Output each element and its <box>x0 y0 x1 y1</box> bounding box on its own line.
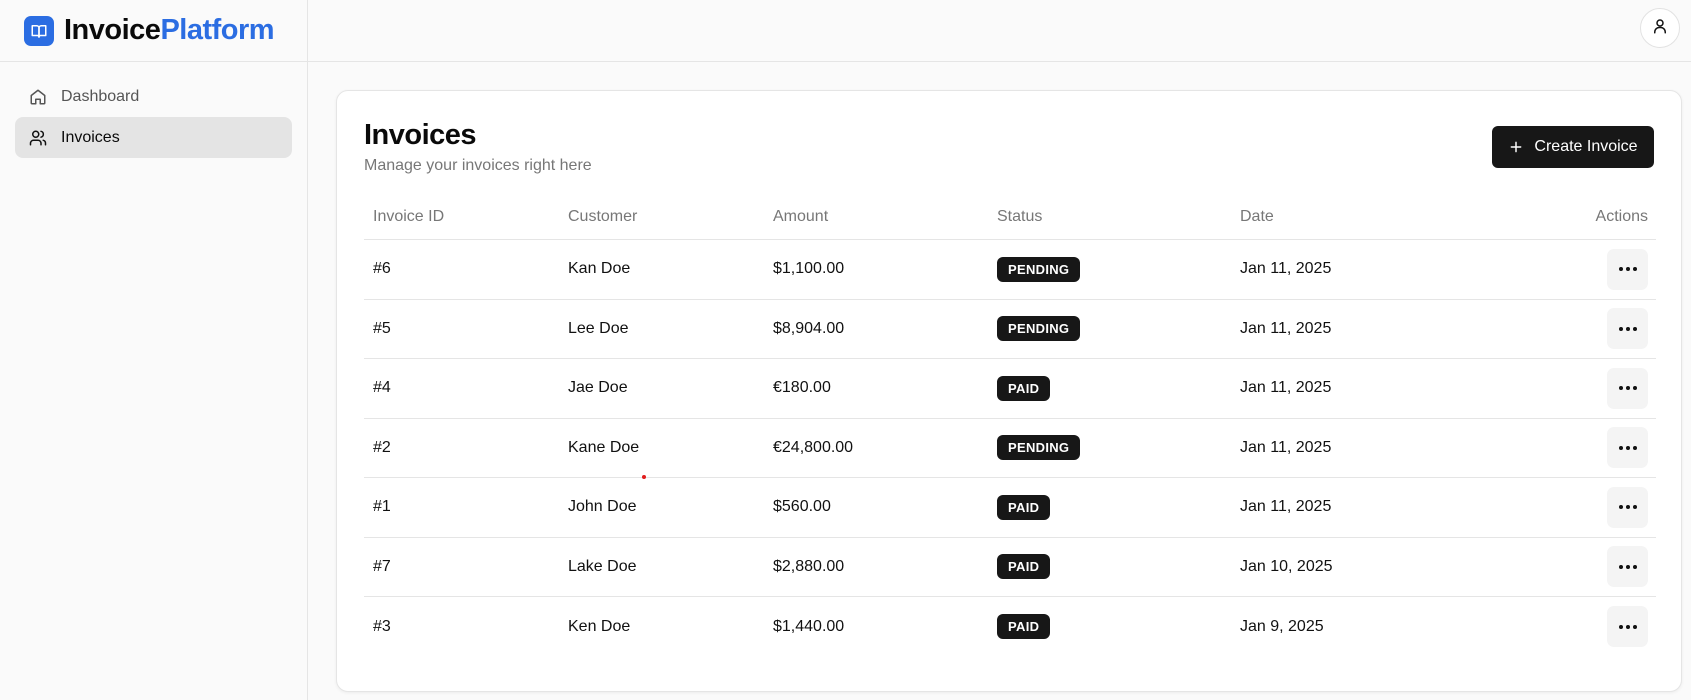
row-actions-button[interactable] <box>1607 248 1648 290</box>
column-header-invoice-id[interactable]: Invoice ID <box>364 208 568 226</box>
invoice-amount: $1,440.00 <box>773 617 845 635</box>
page-subtitle: Manage your invoices right here <box>364 157 592 174</box>
invoice-date: Jan 10, 2025 <box>1240 557 1333 575</box>
invoice-date: Jan 11, 2025 <box>1240 319 1332 337</box>
customer-name: Kan Doe <box>568 260 631 278</box>
table-row[interactable]: #3 Ken Doe $1,440.00 PAID Jan 9, 2025 <box>364 597 1656 657</box>
row-actions-button[interactable] <box>1607 546 1648 588</box>
customer-name: John Doe <box>568 498 637 516</box>
customer-name: Lake Doe <box>568 557 637 575</box>
status-badge: PAID <box>997 375 1051 401</box>
more-horizontal-icon <box>1618 386 1637 391</box>
column-header-date[interactable]: Date <box>1240 208 1490 226</box>
column-header-status[interactable]: Status <box>997 208 1240 226</box>
column-header-customer[interactable]: Customer <box>568 208 773 226</box>
invoice-amount: $2,880.00 <box>773 557 845 575</box>
status-badge: PENDING <box>997 435 1081 461</box>
app-root: InvoicePlatform Dashboard Invoices Invoi… <box>0 0 1691 700</box>
invoice-date: Jan 11, 2025 <box>1240 498 1332 516</box>
user-icon <box>1651 17 1669 40</box>
sidebar-item-invoices[interactable]: Invoices <box>15 117 292 158</box>
invoice-amount: €180.00 <box>773 379 831 397</box>
status-badge: PAID <box>997 554 1051 580</box>
more-horizontal-icon <box>1618 326 1637 331</box>
invoice-date: Jan 9, 2025 <box>1240 617 1324 635</box>
table-header: Invoice ID Customer Amount Status Date A… <box>364 195 1656 240</box>
customer-name: Kane Doe <box>568 438 640 456</box>
invoice-amount: $560.00 <box>773 498 831 516</box>
brand-name-part2: Platform <box>160 14 275 46</box>
invoice-date: Jan 11, 2025 <box>1240 438 1332 456</box>
sidebar: InvoicePlatform Dashboard Invoices <box>0 0 308 700</box>
more-horizontal-icon <box>1618 267 1637 272</box>
column-header-amount[interactable]: Amount <box>773 208 997 226</box>
status-badge: PENDING <box>997 256 1081 282</box>
customer-name: Lee Doe <box>568 319 629 337</box>
topbar <box>308 0 1691 62</box>
create-invoice-label: Create Invoice <box>1534 138 1638 155</box>
sidebar-item-label: Dashboard <box>61 87 140 105</box>
invoice-id: #1 <box>373 498 391 516</box>
invoice-amount: $1,100.00 <box>773 260 845 278</box>
invoice-id: #4 <box>373 379 391 397</box>
status-badge: PAID <box>997 614 1051 640</box>
invoice-date: Jan 11, 2025 <box>1240 379 1332 397</box>
row-actions-button[interactable] <box>1607 427 1648 469</box>
more-horizontal-icon <box>1618 505 1637 510</box>
table-row[interactable]: #2 Kane Doe €24,800.00 PENDING Jan 11, 2… <box>364 419 1656 478</box>
customer-name: Jae Doe <box>568 379 628 397</box>
brand-name-part1: Invoice <box>64 14 161 46</box>
status-badge: PENDING <box>997 316 1081 342</box>
create-invoice-button[interactable]: Create Invoice <box>1492 126 1654 168</box>
sidebar-item-label: Invoices <box>61 128 120 146</box>
row-actions-button[interactable] <box>1607 308 1648 350</box>
sidebar-nav: Dashboard Invoices <box>0 62 307 172</box>
status-badge: PAID <box>997 494 1051 520</box>
table-row[interactable]: #6 Kan Doe $1,100.00 PENDING Jan 11, 202… <box>364 240 1656 300</box>
more-horizontal-icon <box>1618 624 1637 629</box>
invoice-id: #3 <box>373 617 391 635</box>
invoice-id: #6 <box>373 260 391 278</box>
more-horizontal-icon <box>1618 564 1637 569</box>
sidebar-item-dashboard[interactable]: Dashboard <box>15 76 292 117</box>
invoices-card: Invoices Manage your invoices right here… <box>336 90 1682 692</box>
more-horizontal-icon <box>1618 445 1637 450</box>
invoice-amount: $8,904.00 <box>773 319 845 337</box>
row-actions-button[interactable] <box>1607 486 1648 528</box>
cursor-marker <box>642 475 646 479</box>
invoice-id: #5 <box>373 319 391 337</box>
home-icon <box>29 88 47 106</box>
plus-icon <box>1508 139 1524 155</box>
avatar-button[interactable] <box>1640 8 1680 48</box>
brand-name: InvoicePlatform <box>64 14 275 47</box>
invoice-date: Jan 11, 2025 <box>1240 260 1332 278</box>
table-row[interactable]: #1 John Doe $560.00 PAID Jan 11, 2025 <box>364 478 1656 538</box>
row-actions-button[interactable] <box>1607 367 1648 409</box>
invoice-id: #2 <box>373 438 391 456</box>
table-row[interactable]: #5 Lee Doe $8,904.00 PENDING Jan 11, 202… <box>364 300 1656 359</box>
page-title: Invoices <box>364 119 477 151</box>
column-header-actions: Actions <box>1595 208 1648 225</box>
brand[interactable]: InvoicePlatform <box>0 0 307 62</box>
users-icon <box>29 129 47 147</box>
table-row[interactable]: #7 Lake Doe $2,880.00 PAID Jan 10, 2025 <box>364 538 1656 597</box>
table-row[interactable]: #4 Jae Doe €180.00 PAID Jan 11, 2025 <box>364 359 1656 419</box>
invoice-amount: €24,800.00 <box>773 438 854 456</box>
invoice-id: #7 <box>373 557 391 575</box>
book-open-icon <box>24 15 54 46</box>
invoices-table: Invoice ID Customer Amount Status Date A… <box>364 195 1656 657</box>
customer-name: Ken Doe <box>568 617 631 635</box>
row-actions-button[interactable] <box>1607 606 1648 648</box>
